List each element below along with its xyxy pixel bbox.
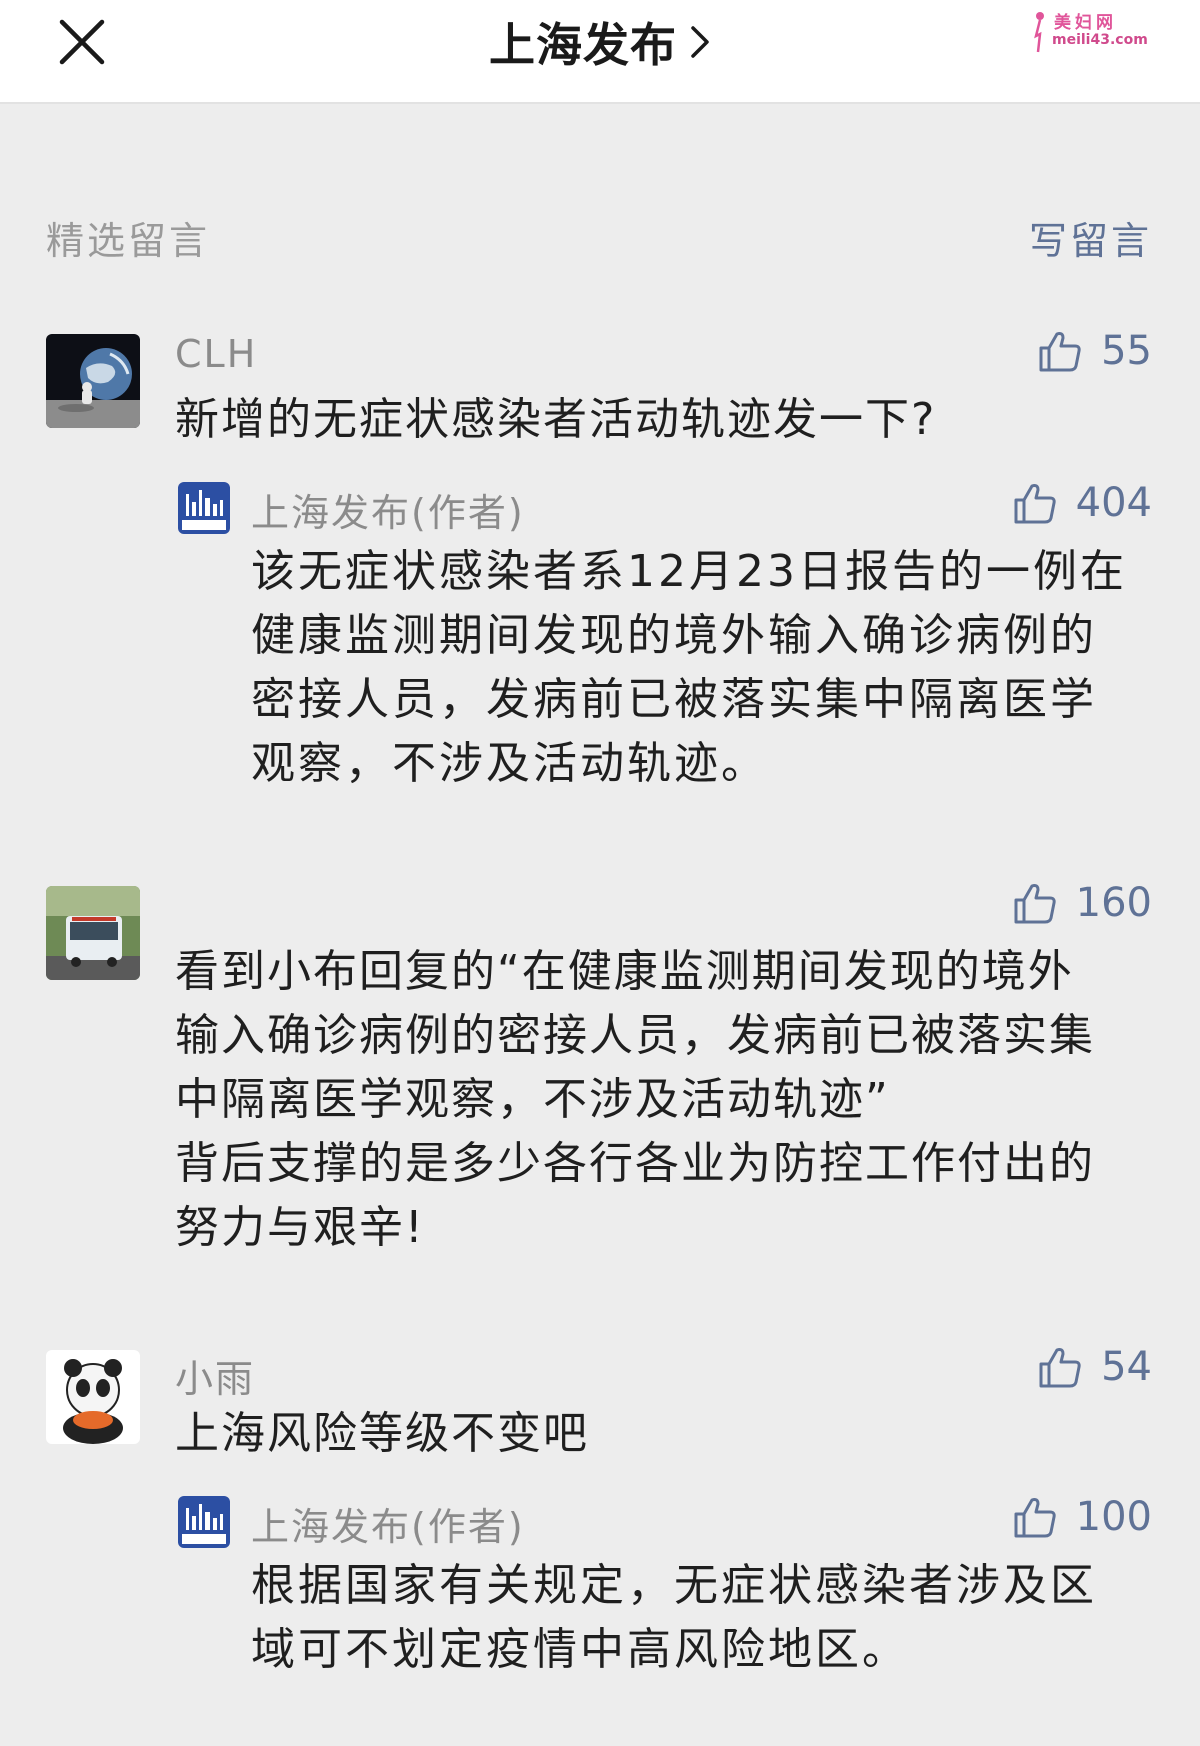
reply-text: 该无症状感染者系12月23日报告的一例在 健康监测期间发现的境外输入确诊病例的 … bbox=[251, 540, 1127, 796]
chevron-right-icon[interactable] bbox=[689, 24, 711, 60]
astronaut-earth-avatar-icon bbox=[46, 334, 140, 428]
bus-avatar-icon bbox=[46, 886, 140, 980]
watermark-figure-icon bbox=[1034, 12, 1044, 53]
section-title: 精选留言 bbox=[46, 219, 211, 263]
like-count: 54 bbox=[1101, 1344, 1152, 1390]
author-avatar[interactable] bbox=[178, 482, 230, 534]
reply-line: 健康监测期间发现的境外输入确诊病例的 bbox=[251, 610, 1097, 661]
like-button[interactable]: 54 bbox=[1037, 1344, 1152, 1390]
comment-text: 新增的无症状感染者活动轨迹发一下? bbox=[175, 394, 937, 445]
comment-line: 输入确诊病例的密接人员，发病前已被落实集 bbox=[175, 1010, 1095, 1061]
like-button[interactable]: 100 bbox=[1012, 1494, 1152, 1540]
title-area[interactable]: 上海发布 bbox=[0, 0, 1200, 84]
reply-line: 该无症状感染者系12月23日报告的一例在 bbox=[251, 546, 1127, 597]
panda-avatar-icon bbox=[46, 1350, 140, 1444]
comment-line: 看到小布回复的“在健康监测期间发现的境外 bbox=[175, 946, 1074, 997]
watermark-logo: 美妇网 meili43.com bbox=[1030, 8, 1150, 56]
comment-line: 背后支撑的是多少各行各业为防控工作付出的 bbox=[175, 1138, 1095, 1189]
reply-text: 根据国家有关规定，无症状感染者涉及区 域可不划定疫情中高风险地区。 bbox=[251, 1554, 1097, 1682]
reply-line: 根据国家有关规定，无症状感染者涉及区 bbox=[251, 1560, 1097, 1611]
avatar[interactable] bbox=[46, 334, 140, 428]
thumbs-up-icon bbox=[1039, 332, 1081, 372]
like-count: 55 bbox=[1101, 328, 1152, 374]
thumbs-up-icon bbox=[1014, 1498, 1056, 1538]
reply-line: 密接人员，发病前已被落实集中隔离医学 bbox=[251, 674, 1097, 725]
top-bar: 上海发布 美妇网 meili43.com bbox=[0, 0, 1200, 104]
write-comment-button[interactable]: 写留言 bbox=[1029, 210, 1152, 265]
comment-text: 上海风险等级不变吧 bbox=[175, 1408, 589, 1459]
like-count: 404 bbox=[1075, 480, 1152, 526]
thumbs-up-icon bbox=[1014, 484, 1056, 524]
comment-username[interactable]: 小雨 bbox=[175, 1348, 255, 1403]
like-count: 100 bbox=[1075, 1494, 1152, 1540]
reply-line: 观察，不涉及活动轨迹。 bbox=[251, 738, 768, 789]
reply-author[interactable]: 上海发布(作者) bbox=[251, 1496, 525, 1551]
author-avatar[interactable] bbox=[178, 1496, 230, 1548]
shanghai-skyline-logo-icon bbox=[178, 1496, 230, 1548]
reply-author[interactable]: 上海发布(作者) bbox=[251, 482, 525, 537]
like-button[interactable]: 55 bbox=[1037, 328, 1152, 374]
comment-text: 看到小布回复的“在健康监测期间发现的境外 输入确诊病例的密接人员，发病前已被落实… bbox=[175, 940, 1095, 1260]
comment-line: 中隔离医学观察，不涉及活动轨迹” bbox=[175, 1074, 890, 1125]
page-title[interactable]: 上海发布 bbox=[489, 9, 677, 75]
avatar[interactable] bbox=[46, 1350, 140, 1444]
like-count: 160 bbox=[1075, 880, 1152, 926]
like-button[interactable]: 160 bbox=[1012, 880, 1152, 926]
thumbs-up-icon bbox=[1039, 1348, 1081, 1388]
comment-username[interactable]: CLH bbox=[175, 332, 257, 376]
like-button[interactable]: 404 bbox=[1012, 480, 1152, 526]
avatar[interactable] bbox=[46, 886, 140, 980]
watermark-text: 美妇网 bbox=[1054, 13, 1117, 33]
reply-line: 域可不划定疫情中高风险地区。 bbox=[251, 1624, 909, 1675]
watermark-url: meili43.com bbox=[1052, 32, 1148, 48]
comment-line: 努力与艰辛! bbox=[175, 1202, 425, 1253]
shanghai-skyline-logo-icon bbox=[178, 482, 230, 534]
thumbs-up-icon bbox=[1014, 884, 1056, 924]
